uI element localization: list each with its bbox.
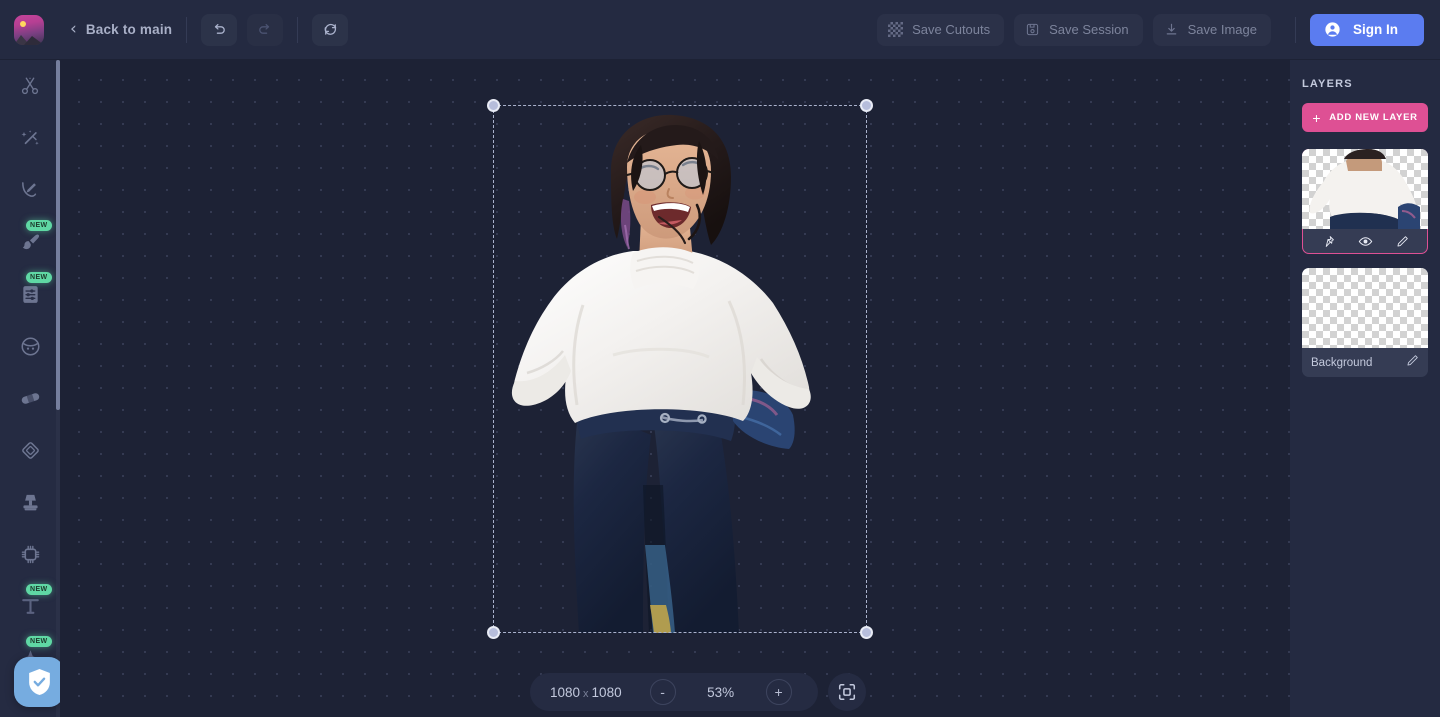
clone-stamp-icon — [19, 491, 42, 514]
selection-bounding-box[interactable] — [493, 105, 867, 633]
pencil-icon — [1396, 235, 1409, 248]
header-divider-3 — [1295, 17, 1296, 43]
layer-name-label: Background — [1311, 357, 1372, 369]
text-t-icon — [19, 595, 42, 618]
pin-layer-button[interactable] — [1322, 235, 1335, 248]
canvas-dimensions: 1080x1080 — [550, 685, 622, 700]
save-session-button[interactable]: Save Session — [1014, 14, 1143, 46]
save-cutouts-button[interactable]: Save Cutouts — [877, 14, 1004, 46]
cutout-person-thumbnail — [1302, 149, 1428, 229]
zoom-controls: 1080x1080 - 53% + — [530, 673, 818, 711]
redo-button[interactable] — [247, 14, 283, 46]
sidebar-item-cutout-tool[interactable] — [0, 60, 60, 112]
eye-icon — [1358, 234, 1373, 249]
sidebar-item-face-retouch-tool[interactable] — [0, 320, 60, 372]
add-new-layer-button[interactable]: + ADD NEW LAYER — [1302, 103, 1428, 132]
save-image-button[interactable]: Save Image — [1153, 14, 1271, 46]
refresh-icon — [322, 21, 339, 38]
sidebar-item-lasso-tool[interactable] — [0, 164, 60, 216]
resize-handle-top-left[interactable] — [487, 99, 500, 112]
logo-sun — [20, 21, 26, 27]
layer-actions-cutout — [1302, 229, 1428, 254]
layers-panel: LAYERS + ADD NEW LAYER — [1290, 60, 1440, 717]
chip-icon — [19, 543, 42, 566]
face-icon — [19, 335, 42, 358]
mountain-landscape-logo[interactable] — [14, 15, 44, 45]
save-cutouts-label: Save Cutouts — [912, 22, 990, 37]
sidebar-item-magic-brush-tool[interactable] — [0, 112, 60, 164]
resize-handle-bottom-left[interactable] — [487, 626, 500, 639]
chevron-left-icon: ‹ — [70, 21, 77, 38]
sign-in-label: Sign In — [1353, 22, 1398, 37]
download-icon — [1164, 22, 1179, 37]
save-session-label: Save Session — [1049, 22, 1129, 37]
redo-icon — [257, 22, 273, 38]
sidebar-item-shape-tool[interactable] — [0, 424, 60, 476]
sidebar-item-ai-tool[interactable] — [0, 528, 60, 580]
editor-canvas[interactable]: 1080x1080 - 53% + — [60, 60, 1290, 717]
reset-button[interactable] — [312, 14, 348, 46]
undo-icon — [211, 22, 227, 38]
edit-background-layer-button[interactable] — [1406, 354, 1419, 372]
checkerboard-icon — [888, 22, 903, 37]
sign-in-button[interactable]: Sign In — [1310, 14, 1424, 46]
new-badge: NEW — [26, 584, 52, 595]
image-editor-app: ‹ Back to main — [0, 0, 1440, 717]
bandage-icon — [19, 387, 42, 410]
sidebar-item-stamp-tool[interactable] — [0, 476, 60, 528]
toggle-layer-visibility-button[interactable] — [1358, 234, 1373, 249]
undo-button[interactable] — [201, 14, 237, 46]
sidebar-item-heal-tool[interactable] — [0, 372, 60, 424]
zoom-out-button[interactable]: - — [650, 679, 676, 705]
logo-mountains — [14, 31, 44, 45]
transparent-checker-thumbnail — [1302, 268, 1428, 348]
layer-item-background[interactable]: Background — [1302, 268, 1428, 377]
layer-item-cutout[interactable] — [1302, 149, 1428, 254]
new-badge: NEW — [26, 272, 52, 283]
sidebar-item-adjust-tool[interactable]: NEW — [0, 268, 60, 320]
dimension-separator: x — [583, 688, 589, 700]
user-avatar-icon — [1324, 21, 1341, 38]
back-to-main-label: Back to main — [86, 22, 172, 37]
layers-panel-title: LAYERS — [1302, 78, 1428, 90]
canvas-width: 1080 — [550, 685, 580, 700]
app-header: ‹ Back to main — [0, 0, 1440, 60]
tools-sidebar: NEW NEW — [0, 60, 60, 717]
pencil-icon — [1406, 354, 1419, 367]
sidebar-item-text-tool[interactable]: NEW — [0, 580, 60, 632]
back-to-main-button[interactable]: ‹ Back to main — [70, 21, 172, 38]
canvas-zoom-toolbar: 1080x1080 - 53% + — [530, 673, 866, 711]
edit-layer-button[interactable] — [1396, 235, 1409, 248]
plus-icon: + — [1312, 111, 1321, 125]
layer-name-row-background: Background — [1302, 348, 1428, 377]
fit-to-screen-icon — [837, 682, 857, 702]
save-image-label: Save Image — [1188, 22, 1257, 37]
new-badge: NEW — [26, 636, 52, 647]
resize-handle-top-right[interactable] — [860, 99, 873, 112]
zoom-level-value: 53% — [704, 685, 738, 700]
resize-handle-bottom-right[interactable] — [860, 626, 873, 639]
paint-brush-icon — [19, 231, 42, 254]
pen-curve-icon — [19, 179, 42, 202]
floppy-disk-icon — [1025, 22, 1040, 37]
shield-check-icon — [26, 667, 53, 697]
fit-to-screen-button[interactable] — [828, 673, 866, 711]
sidebar-item-paint-tool[interactable]: NEW — [0, 216, 60, 268]
diamond-icon — [19, 439, 42, 462]
privacy-shield-button[interactable] — [14, 657, 60, 707]
canvas-height: 1080 — [592, 685, 622, 700]
magic-wand-icon — [19, 127, 42, 150]
new-badge: NEW — [26, 220, 52, 231]
sliders-document-icon — [19, 283, 42, 306]
add-new-layer-label: ADD NEW LAYER — [1329, 112, 1417, 123]
pin-icon — [1322, 235, 1335, 248]
scissors-icon — [19, 75, 41, 97]
header-divider-2 — [297, 17, 298, 43]
zoom-in-button[interactable]: + — [766, 679, 792, 705]
layer-thumbnail-cutout — [1302, 149, 1428, 229]
header-divider-1 — [186, 17, 187, 43]
